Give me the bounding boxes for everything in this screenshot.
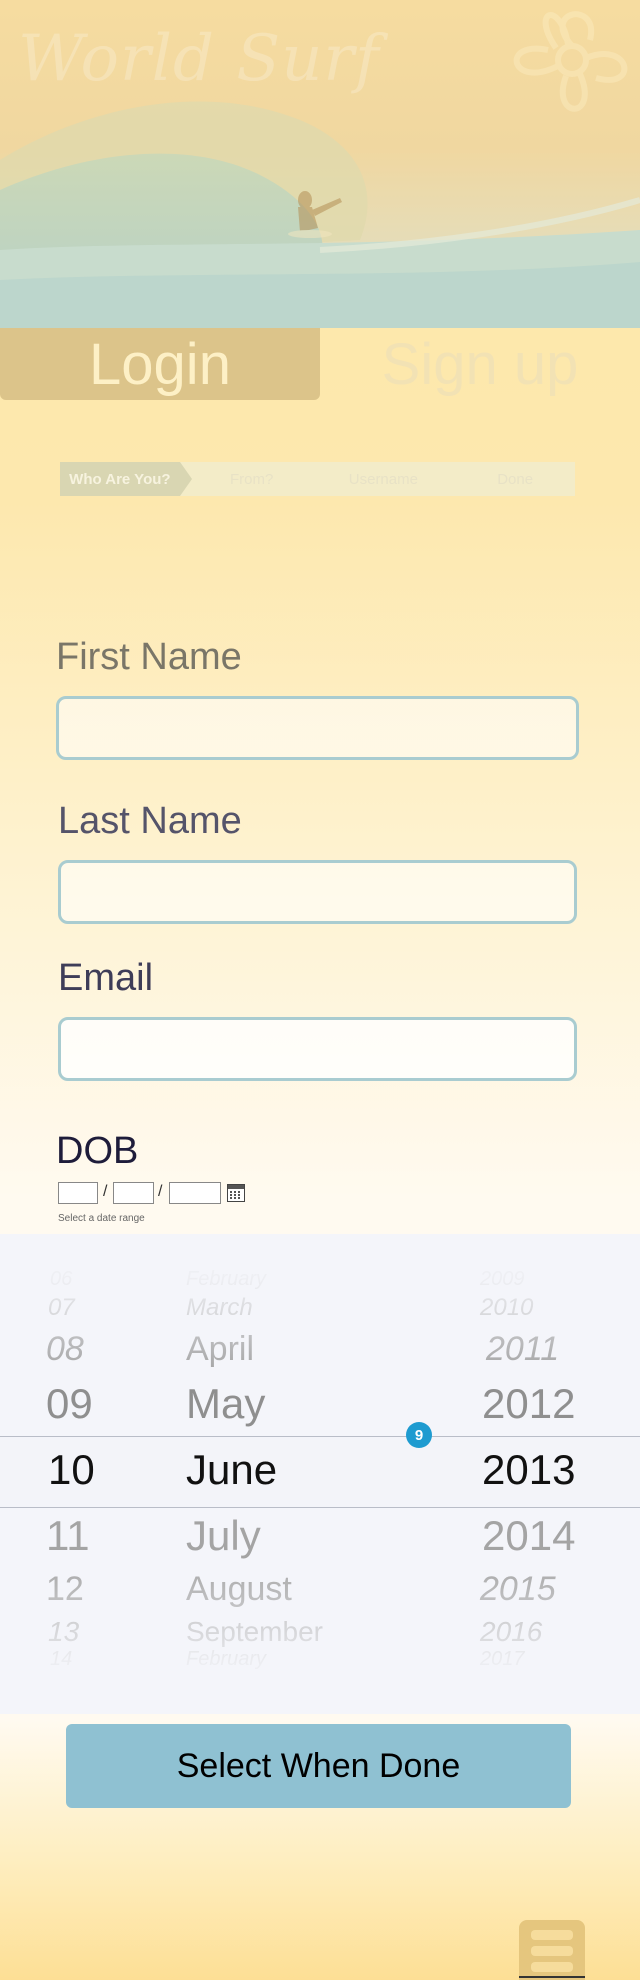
dob-separator: / xyxy=(103,1183,108,1200)
picker-day[interactable]: 06 xyxy=(50,1268,72,1291)
picker-day[interactable]: 08 xyxy=(46,1330,84,1369)
picker-year[interactable]: 2010 xyxy=(480,1294,533,1322)
tab-login[interactable]: Login xyxy=(0,328,320,400)
picker-month[interactable]: September xyxy=(186,1616,323,1648)
picker-month[interactable]: July xyxy=(186,1512,261,1560)
picker-day[interactable]: 14 xyxy=(50,1648,72,1671)
picker-year[interactable]: 2015 xyxy=(480,1570,556,1609)
tab-signup[interactable]: Sign up xyxy=(320,328,640,400)
dob-label: DOB xyxy=(56,1130,139,1172)
picker-year[interactable]: 2009 xyxy=(480,1268,525,1291)
logo: World Surf xyxy=(18,22,380,96)
picker-year[interactable]: 2011 xyxy=(486,1330,559,1369)
dob-hint: Select a date range xyxy=(58,1213,145,1224)
picker-month[interactable]: May xyxy=(186,1380,265,1428)
picker-year[interactable]: 2014 xyxy=(482,1512,575,1560)
dob-separator: / xyxy=(158,1183,163,1200)
divider xyxy=(519,1976,585,1978)
step-done: Done xyxy=(443,462,575,496)
picker-day[interactable]: 11 xyxy=(46,1512,90,1560)
picker-month[interactable]: August xyxy=(186,1570,292,1609)
picker-month[interactable]: June xyxy=(186,1446,277,1494)
picker-day[interactable]: 07 xyxy=(48,1294,75,1322)
date-picker-wheel[interactable]: 06 February 2009 07 March 2010 08 April … xyxy=(0,1234,640,1714)
picker-year[interactable]: 2013 xyxy=(482,1446,575,1494)
step-from: From? xyxy=(179,462,324,496)
last-name-label: Last Name xyxy=(58,800,242,842)
picker-day[interactable]: 10 xyxy=(48,1446,95,1494)
first-name-input[interactable] xyxy=(56,696,579,760)
first-name-label: First Name xyxy=(56,636,242,678)
picker-month[interactable]: February xyxy=(186,1648,266,1671)
step-username: Username xyxy=(311,462,455,496)
email-label: Email xyxy=(58,957,154,999)
picker-year[interactable]: 2012 xyxy=(482,1380,575,1428)
hero-banner: World Surf xyxy=(0,0,640,328)
picker-month[interactable]: March xyxy=(186,1294,253,1322)
select-when-done-button[interactable]: Select When Done xyxy=(66,1724,571,1808)
signup-progress-stepper: Who Are You? From? Username Done xyxy=(60,462,575,496)
dob-day-input[interactable] xyxy=(58,1182,98,1204)
dob-year-input[interactable] xyxy=(169,1182,221,1204)
hibiscus-icon xyxy=(513,11,628,112)
picker-month[interactable]: February xyxy=(186,1268,266,1291)
picker-day[interactable]: 09 xyxy=(46,1380,93,1428)
picker-day[interactable]: 12 xyxy=(46,1570,84,1609)
notification-badge: 9 xyxy=(406,1422,432,1448)
dob-month-input[interactable] xyxy=(113,1182,154,1204)
picker-year[interactable]: 2017 xyxy=(480,1648,525,1671)
email-input[interactable] xyxy=(58,1017,577,1081)
calendar-icon[interactable] xyxy=(227,1184,245,1202)
picker-month[interactable]: April xyxy=(186,1330,254,1369)
menu-icon[interactable] xyxy=(519,1920,585,1980)
picker-year[interactable]: 2016 xyxy=(480,1616,542,1648)
last-name-input[interactable] xyxy=(58,860,577,924)
picker-day[interactable]: 13 xyxy=(48,1616,79,1648)
step-who-are-you: Who Are You? xyxy=(60,462,192,496)
